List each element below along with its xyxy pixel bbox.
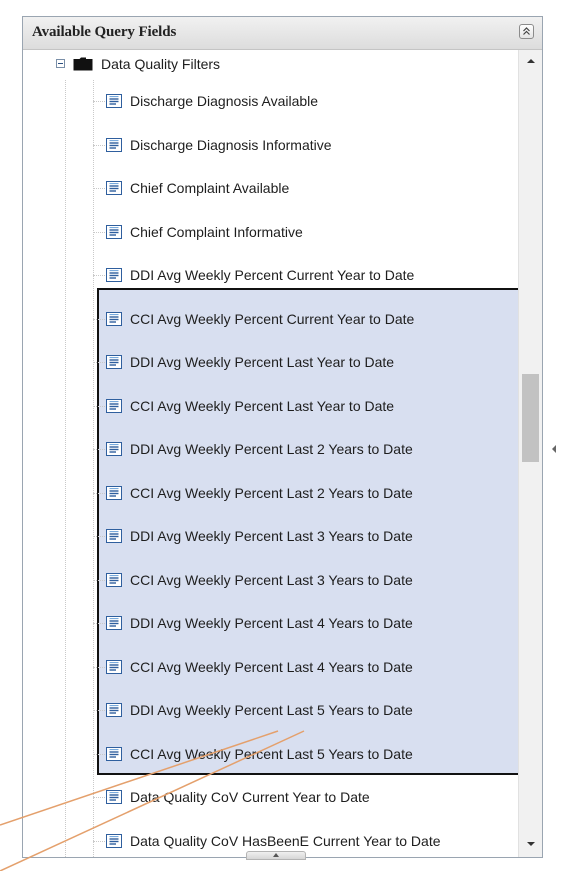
field-list-icon [106, 659, 122, 674]
tree-elbow-line [93, 101, 105, 102]
tree-item-label: Chief Complaint Available [130, 180, 290, 196]
tree-item-field[interactable]: DDI Avg Weekly Percent Last Year to Date [23, 341, 519, 384]
tree-elbow-line [93, 144, 105, 146]
tree-item-label: CCI Avg Weekly Percent Last Year to Date [130, 397, 395, 414]
minus-box-icon[interactable] [56, 59, 65, 68]
vertical-scrollbar[interactable] [518, 50, 542, 857]
tree-elbow-line [93, 188, 105, 189]
tree-elbow-line [93, 797, 105, 798]
folder-label: Data Quality Filters [101, 56, 221, 72]
scroll-down-arrow-icon [527, 842, 535, 846]
field-list-icon [106, 790, 122, 804]
field-list-icon [106, 746, 122, 761]
scroll-up-button[interactable] [519, 52, 542, 70]
tree-item-field[interactable]: DDI Avg Weekly Percent Current Year to D… [23, 254, 519, 297]
field-list-icon [106, 442, 122, 456]
tree-item-label: Data Quality CoV HasBeenE Current Year t… [130, 832, 441, 849]
tree-item-field[interactable]: CCI Avg Weekly Percent Last 3 Years to D… [23, 559, 519, 602]
field-list-icon [106, 94, 122, 108]
tree-item-label: CCI Avg Weekly Percent Last 5 Years to D… [130, 745, 413, 762]
field-list-icon [106, 833, 122, 848]
tree-item-field[interactable]: CCI Avg Weekly Percent Current Year to D… [23, 298, 519, 341]
tree-item-field[interactable]: Discharge Diagnosis Informative [23, 124, 519, 167]
tree-elbow-line [93, 666, 105, 668]
tree-item-field[interactable]: DDI Avg Weekly Percent Last 2 Years to D… [23, 428, 519, 471]
tree-item-label: Chief Complaint Informative [130, 223, 303, 240]
tree-elbow-line [93, 318, 105, 320]
folder-icon [73, 57, 93, 71]
tree-item-field[interactable]: CCI Avg Weekly Percent Last Year to Date [23, 385, 519, 428]
tree-elbow-line [93, 492, 105, 494]
field-tree: Data Quality Filters Discharge Diagnosis… [23, 50, 519, 857]
tree-elbow-line [93, 753, 105, 755]
scroll-thumb[interactable] [522, 374, 539, 462]
scroll-up-arrow-icon [527, 59, 535, 63]
tree-item-label: Data Quality CoV Current Year to Date [130, 789, 370, 805]
tree-item-label: DDI Avg Weekly Percent Last 5 Years to D… [130, 702, 413, 718]
tree-item-field[interactable]: DDI Avg Weekly Percent Last 3 Years to D… [23, 515, 519, 558]
field-list-icon [106, 137, 122, 152]
field-list-icon [106, 268, 122, 282]
tree-item-label: CCI Avg Weekly Percent Last 2 Years to D… [130, 484, 413, 501]
tree-item-field[interactable]: DDI Avg Weekly Percent Last 5 Years to D… [23, 689, 519, 732]
tree-elbow-line [93, 536, 105, 537]
tree-item-label: DDI Avg Weekly Percent Last Year to Date [130, 354, 395, 370]
tree-elbow-line [93, 449, 105, 450]
scroll-down-button[interactable] [519, 835, 542, 853]
tree-elbow-line [93, 362, 105, 363]
field-list-icon [106, 311, 122, 326]
tree-elbow-line [93, 231, 105, 233]
field-list-icon [106, 181, 122, 195]
tree-item-label: DDI Avg Weekly Percent Current Year to D… [130, 267, 415, 283]
tree-item-field[interactable]: CCI Avg Weekly Percent Last 5 Years to D… [23, 733, 519, 776]
tree-item-field[interactable]: CCI Avg Weekly Percent Last 2 Years to D… [23, 472, 519, 515]
field-list-icon [106, 224, 122, 239]
tree-item-label: CCI Avg Weekly Percent Current Year to D… [130, 310, 415, 327]
tree-item-field[interactable]: Chief Complaint Informative [23, 211, 519, 254]
available-query-fields-panel: Available Query Fields Data Quality Filt… [22, 16, 543, 858]
tree-item-label: DDI Avg Weekly Percent Last 2 Years to D… [130, 441, 413, 457]
tree-item-field[interactable]: DDI Avg Weekly Percent Last 4 Years to D… [23, 602, 519, 645]
tree-item-field[interactable]: Chief Complaint Available [23, 167, 519, 210]
tree-item-label: DDI Avg Weekly Percent Last 3 Years to D… [130, 528, 413, 544]
field-list-icon [106, 355, 122, 369]
tree-elbow-line [93, 275, 105, 276]
tree-elbow-line [93, 840, 105, 842]
field-list-icon [106, 616, 122, 630]
tree-item-field[interactable]: CCI Avg Weekly Percent Last 4 Years to D… [23, 646, 519, 689]
field-list-icon [106, 529, 122, 543]
panel-title: Available Query Fields [32, 24, 177, 40]
field-list-icon [106, 572, 122, 587]
field-list-icon [106, 703, 122, 717]
double-chevron-up-icon [523, 27, 530, 35]
tree-item-field[interactable]: Data Quality CoV Current Year to Date [23, 776, 519, 819]
tree-elbow-line [93, 623, 105, 624]
tree-item-label: DDI Avg Weekly Percent Last 4 Years to D… [130, 615, 413, 631]
collapse-button[interactable] [519, 24, 534, 39]
tree-elbow-line [93, 579, 105, 581]
tree-item-field[interactable]: Discharge Diagnosis Available [23, 80, 519, 123]
tree-item-label: Discharge Diagnosis Available [130, 93, 319, 109]
tree-item-label: Discharge Diagnosis Informative [130, 136, 332, 153]
resize-grip[interactable] [246, 851, 306, 860]
panel-header: Available Query Fields [23, 17, 542, 50]
field-list-icon [106, 398, 122, 413]
field-list-icon [106, 485, 122, 500]
tree-item-label: CCI Avg Weekly Percent Last 3 Years to D… [130, 571, 413, 588]
tree-item-label: CCI Avg Weekly Percent Last 4 Years to D… [130, 658, 413, 675]
tree-elbow-line [93, 405, 105, 407]
tree-elbow-line [93, 710, 105, 711]
splitter-arrow-icon[interactable] [552, 445, 556, 453]
tree-folder-data-quality-filters[interactable]: Data Quality Filters [23, 50, 519, 80]
